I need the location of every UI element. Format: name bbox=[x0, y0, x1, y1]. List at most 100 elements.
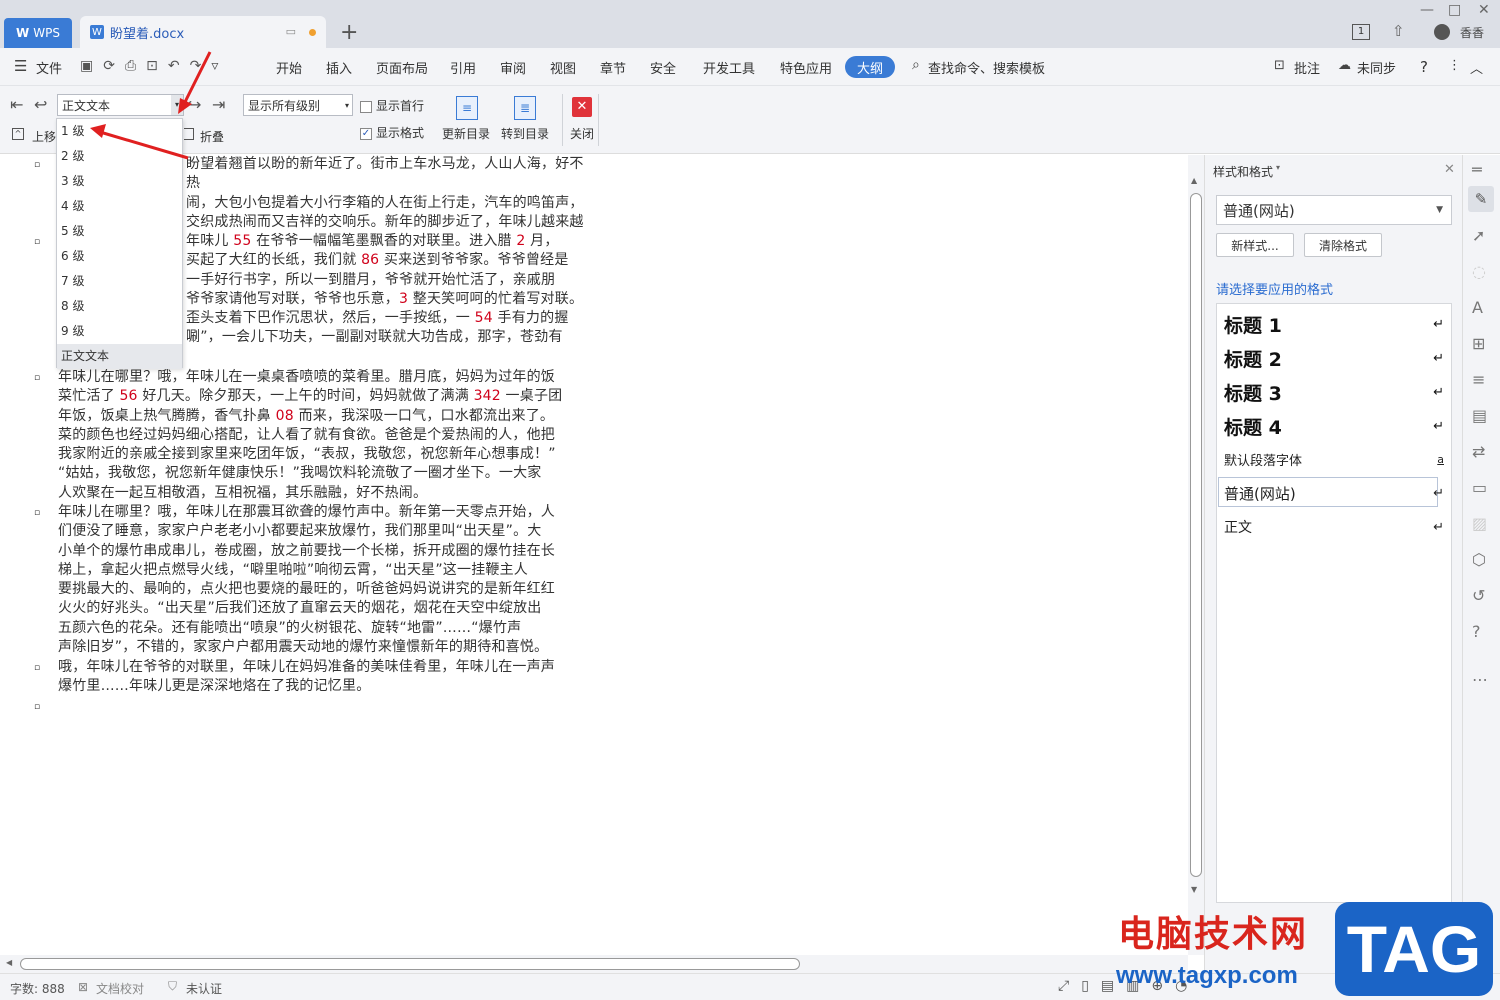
comment-menu[interactable]: 批注 bbox=[1294, 58, 1320, 77]
close-outline-button[interactable]: 关闭 bbox=[570, 125, 594, 142]
user-avatar-icon[interactable] bbox=[1434, 24, 1450, 40]
rail-handle-icon[interactable]: ═ bbox=[1472, 160, 1482, 179]
paragraph-mark-icon: ↵ bbox=[1433, 351, 1444, 366]
scroll-up-icon[interactable]: ▲ bbox=[1191, 176, 1197, 185]
outline-bullet[interactable]: ▫ bbox=[34, 663, 40, 673]
select-cursor-icon[interactable]: ➚ bbox=[1472, 226, 1485, 245]
menu-review[interactable]: 审阅 bbox=[500, 58, 526, 77]
style-default-font[interactable]: 默认段落字体 a bbox=[1224, 450, 1444, 469]
text-line: 歪头支着下巴作沉思状，然后，一手按纸，一 54 手有力的握 bbox=[186, 310, 569, 327]
menu-insert[interactable]: 插入 bbox=[326, 58, 352, 77]
outline-bullet[interactable]: ▫ bbox=[34, 373, 40, 383]
goto-toc-button[interactable]: 转到目录 bbox=[501, 125, 549, 142]
arrow-to-select bbox=[181, 51, 212, 107]
archive-icon[interactable]: ▭ bbox=[1472, 478, 1487, 497]
more-menu-icon[interactable]: ⋮ bbox=[1448, 58, 1461, 73]
help-circle-icon[interactable]: ? bbox=[1472, 622, 1481, 641]
menu-special[interactable]: 特色应用 bbox=[780, 58, 832, 77]
text-line: “姑姑，我敬您，祝您新年健康快乐！”我喝饮料轮流敬了一圈才坐下。一大家 bbox=[58, 465, 542, 482]
table-icon[interactable]: ⊞ bbox=[1472, 334, 1485, 353]
level-option-4[interactable]: 4 级 bbox=[57, 194, 182, 219]
outline-bullet[interactable]: ▫ bbox=[34, 508, 40, 518]
style-heading-2[interactable]: 标题 2 ↵ bbox=[1224, 345, 1444, 372]
cloud-sync-icon[interactable]: ☁ bbox=[1338, 58, 1351, 73]
horizontal-scroll-thumb[interactable] bbox=[20, 958, 800, 970]
paragraph-3[interactable]: 年味儿在哪里？哦，年味儿在一桌桌香喷喷的菜肴里。腊月底，妈妈为过年的饭 菜忙活了… bbox=[58, 368, 583, 503]
style-name: 标题 1 bbox=[1224, 315, 1282, 337]
show-first-line-checkbox[interactable]: 显示首行 bbox=[360, 97, 424, 114]
outline-bullet[interactable]: ▫ bbox=[34, 237, 40, 247]
sync-status[interactable]: 未同步 bbox=[1357, 58, 1396, 77]
close-outline-icon[interactable]: ✕ bbox=[572, 97, 592, 117]
font-style-icon[interactable]: A bbox=[1472, 298, 1483, 317]
translate-icon[interactable]: ⇄ bbox=[1472, 442, 1485, 461]
arrowhead-icon bbox=[90, 124, 106, 138]
new-style-button[interactable]: 新样式... bbox=[1216, 233, 1294, 257]
level-option-body[interactable]: 正文文本 bbox=[57, 344, 182, 369]
vertical-scroll-thumb[interactable] bbox=[1190, 193, 1202, 877]
panel-title: 样式和格式 bbox=[1213, 165, 1274, 179]
window-count-icon[interactable]: 1 bbox=[1352, 24, 1370, 40]
menu-outline-active[interactable]: 大纲 bbox=[845, 56, 895, 78]
outline-bullet-empty[interactable]: ▫ bbox=[34, 702, 40, 712]
more-icon[interactable]: ⋯ bbox=[1472, 670, 1488, 689]
chevron-down-icon: ▾ bbox=[344, 100, 349, 110]
skin-icon[interactable]: ⇧ bbox=[1392, 22, 1405, 40]
text-line: 们便没了睡意，家家户户老老小小都要起来放爆竹，我们那里叫“出天星”。大 bbox=[58, 523, 542, 540]
style-name: 普通(网站) bbox=[1224, 485, 1296, 503]
text-line: 闹，大包小包提着大小行李箱的人在街上行走，汽车的鸣笛声，商店的叫卖声， bbox=[186, 194, 578, 211]
update-toc-icon[interactable]: ≡ bbox=[456, 96, 478, 120]
user-name[interactable]: 香香 bbox=[1460, 24, 1484, 41]
level-option-9[interactable]: 9 级 bbox=[57, 319, 182, 344]
level-option-5[interactable]: 5 级 bbox=[57, 219, 182, 244]
style-heading-4[interactable]: 标题 4 ↵ bbox=[1224, 413, 1444, 440]
search-icon[interactable]: ⌕ bbox=[912, 57, 920, 73]
style-heading-1[interactable]: 标题 1 ↵ bbox=[1224, 311, 1444, 338]
menu-chapter[interactable]: 章节 bbox=[600, 58, 626, 77]
paragraph-2[interactable]: 年味儿 55 在爷爷一幅幅笔墨飘香的对联里。进入腊 2 月， 买起了大红的长纸，… bbox=[186, 232, 586, 348]
menu-security[interactable]: 安全 bbox=[650, 58, 676, 77]
auth-status[interactable]: 未认证 bbox=[186, 980, 222, 997]
shield-icon[interactable]: ⬡ bbox=[1472, 550, 1486, 569]
apply-format-hint: 请选择要应用的格式 bbox=[1216, 283, 1334, 298]
minimize-icon[interactable]: — bbox=[1420, 2, 1434, 18]
adjust-icon[interactable]: ≡ bbox=[1472, 370, 1485, 389]
style-brush-icon[interactable]: ✎ bbox=[1468, 186, 1494, 212]
level-option-6[interactable]: 6 级 bbox=[57, 244, 182, 269]
menu-view[interactable]: 视图 bbox=[550, 58, 576, 77]
collapse-ribbon-icon[interactable]: ︿ bbox=[1470, 58, 1483, 77]
checkbox-checked-icon[interactable]: ✓ bbox=[360, 127, 372, 140]
proofread-status[interactable]: 文档校对 bbox=[96, 980, 144, 997]
paragraph-5[interactable]: 哦，年味儿在爷爷的对联里，年味儿在妈妈准备的美味佳肴里，年味儿在一声声 爆竹里…… bbox=[58, 658, 583, 697]
style-heading-3[interactable]: 标题 3 ↵ bbox=[1224, 379, 1444, 406]
goto-toc-icon[interactable]: ≣ bbox=[514, 96, 536, 120]
picture-icon[interactable]: ▤ bbox=[1472, 406, 1487, 425]
level-option-8[interactable]: 8 级 bbox=[57, 294, 182, 319]
style-normal-web[interactable]: 普通(网站) ↵ bbox=[1224, 483, 1444, 504]
menu-reference[interactable]: 引用 bbox=[450, 58, 476, 77]
level-option-7[interactable]: 7 级 bbox=[57, 269, 182, 294]
proof-icon[interactable]: ⊠ bbox=[78, 980, 88, 994]
checkbox-unchecked-icon[interactable] bbox=[360, 100, 372, 113]
show-format-checkbox[interactable]: ✓ 显示格式 bbox=[360, 124, 424, 141]
paragraph-4[interactable]: 年味儿在哪里？哦，年味儿在那震耳欲聋的爆竹声中。新年第一天零点开始，人 们便没了… bbox=[58, 503, 583, 657]
add-tab-button[interactable]: + bbox=[340, 20, 358, 45]
clear-format-button[interactable]: 清除格式 bbox=[1304, 233, 1382, 257]
watermark-url: www.tagxp.com bbox=[1116, 962, 1298, 989]
menu-developer[interactable]: 开发工具 bbox=[703, 58, 755, 77]
style-body[interactable]: 正文 ↵ bbox=[1224, 517, 1444, 537]
help-icon[interactable]: ? bbox=[1420, 58, 1428, 76]
scroll-left-icon[interactable]: ◀ bbox=[6, 958, 12, 967]
search-command[interactable]: 查找命令、搜索模板 bbox=[928, 58, 1045, 77]
menu-page-layout[interactable]: 页面布局 bbox=[376, 58, 428, 77]
current-style-select[interactable]: 普通(网站) ▼ bbox=[1216, 195, 1452, 225]
comment-icon[interactable]: ⊡ bbox=[1274, 58, 1285, 73]
maximize-icon[interactable]: □ bbox=[1448, 2, 1461, 18]
close-window-icon[interactable]: ✕ bbox=[1478, 2, 1490, 18]
scroll-down-icon[interactable]: ▼ bbox=[1191, 885, 1197, 894]
update-toc-button[interactable]: 更新目录 bbox=[442, 125, 490, 142]
word-count[interactable]: 字数: 888 bbox=[10, 980, 65, 997]
chevron-down-icon[interactable]: ▾ bbox=[1276, 163, 1280, 172]
close-panel-icon[interactable]: ✕ bbox=[1444, 162, 1455, 177]
history-icon[interactable]: ↺ bbox=[1472, 586, 1485, 605]
